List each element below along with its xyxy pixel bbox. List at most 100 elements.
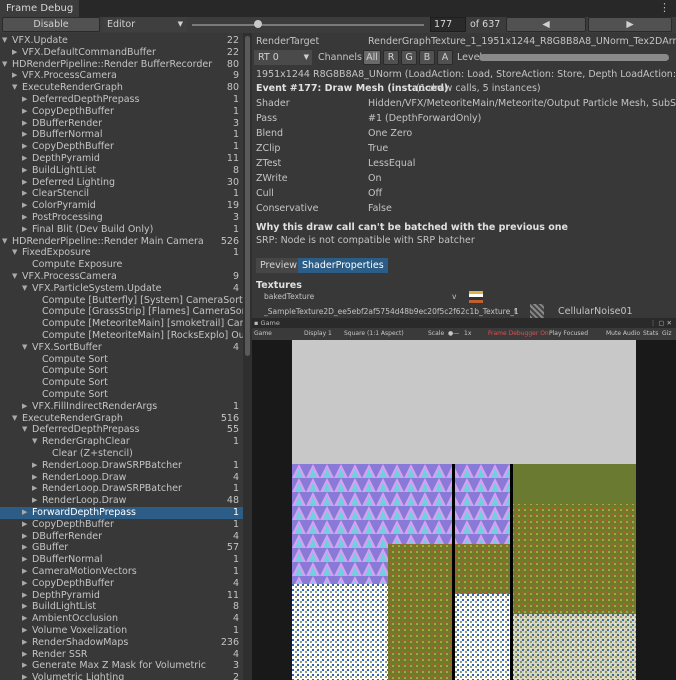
expand-arrow-right-icon[interactable]: ▶ <box>22 660 27 672</box>
tree-row[interactable]: ▶ GBuffer 57 <box>0 542 243 554</box>
tree-row[interactable]: ▶ VFX.ProcessCamera 9 <box>0 70 243 82</box>
frame-debugger-toggle[interactable]: Frame Debugger On <box>488 328 549 340</box>
tree-row[interactable]: Compute Exposure <box>0 259 243 271</box>
expand-arrow-down-icon[interactable]: ▼ <box>12 413 17 425</box>
levels-range-slider[interactable] <box>479 54 669 61</box>
next-event-button[interactable]: ▶ <box>588 17 672 32</box>
tree-row[interactable]: ▶ CameraMotionVectors 1 <box>0 566 243 578</box>
gizmos-toggle[interactable]: Giz <box>662 328 671 340</box>
expand-arrow-down-icon[interactable]: ▼ <box>2 35 7 47</box>
event-index-field[interactable]: 177 <box>430 17 466 32</box>
tree-row[interactable]: ▶ DBufferRender 4 <box>0 531 243 543</box>
stats-toggle[interactable]: Stats <box>643 328 658 340</box>
tree-row[interactable]: ▼ VFX.SortBuffer 4 <box>0 342 243 354</box>
expand-arrow-right-icon[interactable]: ▶ <box>22 542 27 554</box>
expand-arrow-right-icon[interactable]: ▶ <box>22 637 27 649</box>
expand-arrow-right-icon[interactable]: ▶ <box>22 188 27 200</box>
expand-arrow-right-icon[interactable]: ▶ <box>22 601 27 613</box>
expand-arrow-right-icon[interactable]: ▶ <box>22 531 27 543</box>
tree-row[interactable]: ▶ ForwardDepthPrepass 1 <box>0 507 243 519</box>
tree-row[interactable]: ▶ RenderLoop.DrawSRPBatcher 1 <box>0 460 243 472</box>
expand-arrow-right-icon[interactable]: ▶ <box>22 129 27 141</box>
expand-arrow-right-icon[interactable]: ▶ <box>22 566 27 578</box>
tree-row[interactable]: ▼ ExecuteRenderGraph 516 <box>0 413 243 425</box>
tree-row[interactable]: ▶ DepthPyramid 11 <box>0 590 243 602</box>
expand-arrow-right-icon[interactable]: ▶ <box>22 177 27 189</box>
expand-arrow-down-icon[interactable]: ▼ <box>2 59 7 71</box>
tree-row[interactable]: ▼ VFX.ParticleSystem.Update 4 <box>0 283 243 295</box>
tree-row[interactable]: ▶ RenderLoop.Draw 4 <box>0 472 243 484</box>
tree-row[interactable]: ▶ PostProcessing 3 <box>0 212 243 224</box>
expand-arrow-right-icon[interactable]: ▶ <box>22 153 27 165</box>
editor-dropdown[interactable]: Editor ▼ <box>103 17 187 32</box>
channel-a-button[interactable]: A <box>437 50 453 65</box>
tree-row[interactable]: ▶ BuildLightList 8 <box>0 601 243 613</box>
tree-row[interactable]: ▶ Final Blit (Dev Build Only) 1 <box>0 224 243 236</box>
cellular-noise-thumbnail[interactable] <box>530 304 544 318</box>
tree-row[interactable]: ▶ DeferredDepthPrepass 1 <box>0 94 243 106</box>
channel-r-button[interactable]: R <box>383 50 399 65</box>
mute-audio-toggle[interactable]: Mute Audio <box>606 328 640 340</box>
event-slider-track[interactable] <box>192 24 424 26</box>
tree-row[interactable]: Compute [MeteoriteMain] [RocksExplo] Out… <box>0 330 243 342</box>
tree-row[interactable]: ▶ CopyDepthBuffer 1 <box>0 106 243 118</box>
expand-arrow-right-icon[interactable]: ▶ <box>22 625 27 637</box>
tree-row[interactable]: ▶ Render SSR 4 <box>0 649 243 661</box>
scale-slider[interactable]: ●— <box>448 328 459 340</box>
tree-row[interactable]: Compute Sort <box>0 389 243 401</box>
expand-arrow-right-icon[interactable]: ▶ <box>22 401 27 413</box>
expand-arrow-right-icon[interactable]: ▶ <box>32 472 37 484</box>
expand-arrow-right-icon[interactable]: ▶ <box>22 200 27 212</box>
expand-arrow-down-icon[interactable]: ▼ <box>2 236 7 248</box>
tree-row[interactable]: ▶ Deferred Lighting 30 <box>0 177 243 189</box>
play-focused-dropdown[interactable]: Play Focused <box>549 328 588 340</box>
tree-row[interactable]: ▼ RenderGraphClear 1 <box>0 436 243 448</box>
tree-row[interactable]: Compute [Butterfly] [System] CameraSort <box>0 295 243 307</box>
tree-row[interactable]: ▶ CopyDepthBuffer 1 <box>0 519 243 531</box>
baked-texture-thumbnail[interactable] <box>469 291 483 303</box>
expand-arrow-down-icon[interactable]: ▼ <box>12 247 17 259</box>
tree-row[interactable]: ▼ HDRenderPipeline::Render BufferRecorder… <box>0 59 243 71</box>
tree-row[interactable]: ▶ VFX.FillIndirectRenderArgs 1 <box>0 401 243 413</box>
disable-button[interactable]: Disable <box>2 17 100 32</box>
expand-arrow-right-icon[interactable]: ▶ <box>22 519 27 531</box>
tree-row[interactable]: Clear (Z+stencil) <box>0 448 243 460</box>
window-tab-frame-debug[interactable]: Frame Debug <box>0 0 80 17</box>
expand-arrow-right-icon[interactable]: ▶ <box>22 507 27 519</box>
expand-arrow-right-icon[interactable]: ▶ <box>12 70 17 82</box>
tree-row[interactable]: ▶ VFX.DefaultCommandBuffer 22 <box>0 47 243 59</box>
expand-arrow-right-icon[interactable]: ▶ <box>22 106 27 118</box>
expand-arrow-right-icon[interactable]: ▶ <box>32 483 37 495</box>
expand-arrow-down-icon[interactable]: ▼ <box>22 342 27 354</box>
tree-row[interactable]: ▶ DBufferRender 3 <box>0 118 243 130</box>
expand-arrow-right-icon[interactable]: ▶ <box>22 649 27 661</box>
tree-row[interactable]: ▶ RenderLoop.DrawSRPBatcher 1 <box>0 483 243 495</box>
tree-row[interactable]: ▶ DBufferNormal 1 <box>0 554 243 566</box>
tree-row[interactable]: ▶ AmbientOcclusion 4 <box>0 613 243 625</box>
tab-preview[interactable]: Preview <box>256 258 301 273</box>
expand-arrow-right-icon[interactable]: ▶ <box>22 118 27 130</box>
tree-row[interactable]: ▼ DeferredDepthPrepass 55 <box>0 424 243 436</box>
expand-arrow-right-icon[interactable]: ▶ <box>22 141 27 153</box>
expand-arrow-right-icon[interactable]: ▶ <box>22 165 27 177</box>
tree-row[interactable]: ▶ CopyDepthBuffer 4 <box>0 578 243 590</box>
expand-arrow-right-icon[interactable]: ▶ <box>22 212 27 224</box>
tree-row[interactable]: ▶ DepthPyramid 11 <box>0 153 243 165</box>
event-slider-knob[interactable] <box>254 20 262 28</box>
expand-arrow-right-icon[interactable]: ▶ <box>12 47 17 59</box>
display-dropdown[interactable]: Display 1 <box>304 328 332 340</box>
tree-row[interactable]: ▼ VFX.Update 22 <box>0 35 243 47</box>
kebab-menu-icon[interactable]: ⋮ <box>659 1 670 14</box>
tree-row[interactable]: ▶ BuildLightList 8 <box>0 165 243 177</box>
tree-row[interactable]: ▼ HDRenderPipeline::Render Main Camera 526 <box>0 236 243 248</box>
tree-row[interactable]: Compute [MeteoriteMain] [smoketrail] Cam… <box>0 318 243 330</box>
tree-row[interactable]: ▶ CopyDepthBuffer 1 <box>0 141 243 153</box>
tree-row[interactable]: Compute Sort <box>0 377 243 389</box>
tree-row[interactable]: ▶ ClearStencil 1 <box>0 188 243 200</box>
game-tab[interactable]: ▪ Game <box>254 318 280 328</box>
tree-row[interactable]: ▶ Volumetric Lighting 2 <box>0 672 243 680</box>
tree-scrollbar-thumb[interactable] <box>245 36 250 356</box>
expand-arrow-down-icon[interactable]: ▼ <box>12 82 17 94</box>
tab-shader-properties[interactable]: ShaderProperties <box>298 258 388 273</box>
tree-row[interactable]: ▶ RenderLoop.Draw 48 <box>0 495 243 507</box>
